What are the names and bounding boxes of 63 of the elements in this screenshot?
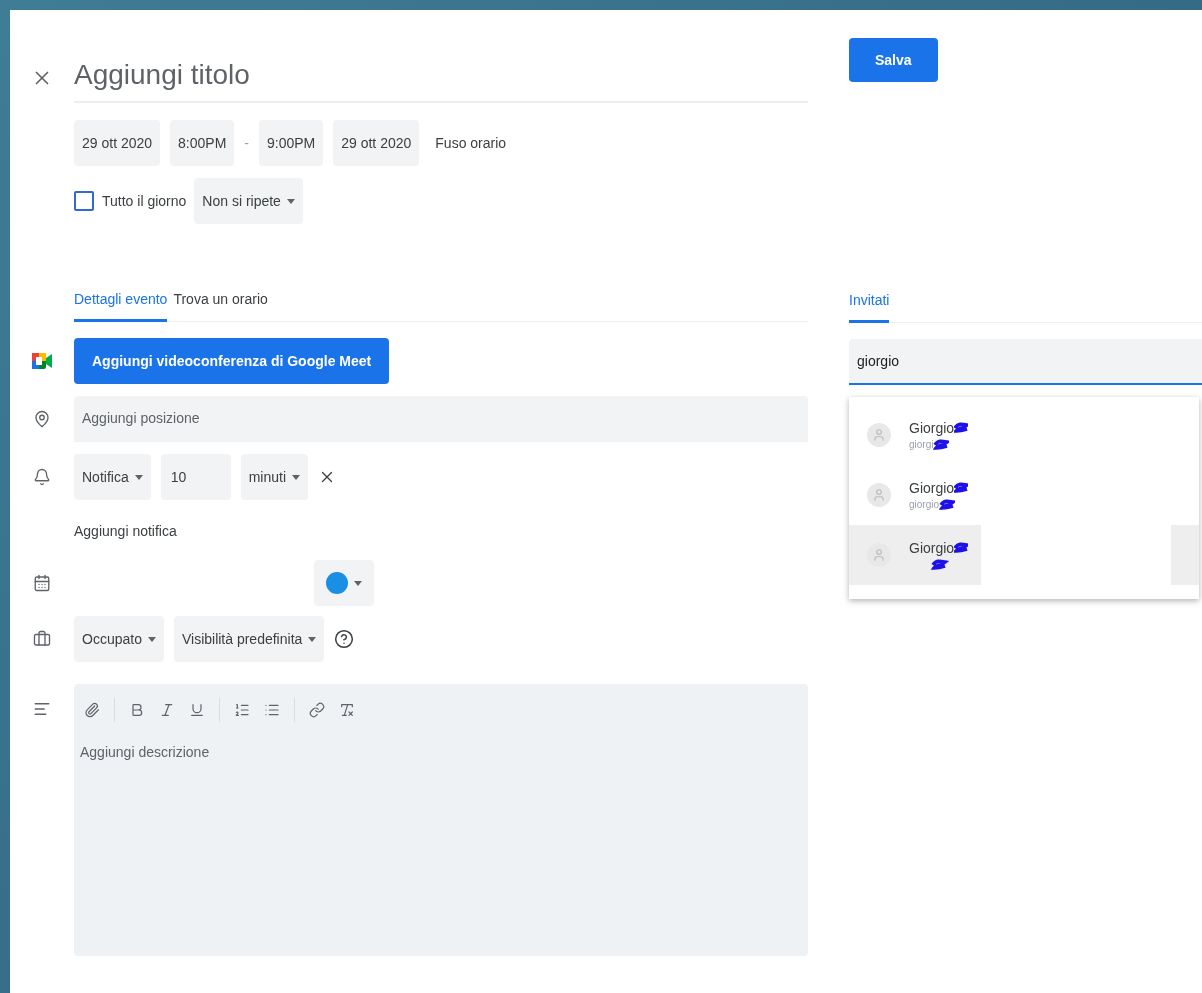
availability-dropdown[interactable]: Occupato [74,616,164,662]
bulleted-list-icon [264,702,280,718]
location-pin-icon [33,410,51,428]
italic-icon [159,702,175,718]
caret-icon [147,636,156,642]
guest-name: Giorgio [909,479,955,496]
video-camera-logo-icon [32,352,52,370]
all-day-checkbox[interactable] [74,191,94,211]
redaction-scribble [939,498,956,511]
caret-icon [308,636,317,642]
caret-icon [354,580,362,586]
guest-name: Giorgio [909,419,955,436]
redaction-scribble [954,481,969,494]
google-meet-button[interactable]: Aggiungi videoconferenza di Google Meet [74,338,390,384]
avatar-icon [867,543,891,567]
tab[interactable]: Dettagli evento [74,276,168,322]
location-field[interactable]: Aggiungi posizione [74,396,808,442]
time-separator: - [244,135,249,151]
caret-icon [286,198,295,204]
suggestion-item[interactable]: Giorgio giorgi [849,405,1199,465]
guest-email: giorgio [909,499,940,510]
redaction-scribble [933,438,950,451]
guest-email: giorgi [909,439,934,450]
end-time-button[interactable]: 9:00PM [259,120,324,166]
avatar-icon [867,483,891,507]
calendar-icon [33,574,51,592]
repeat-dropdown[interactable]: Non si ripete [194,178,303,224]
notification-unit-dropdown[interactable]: minuti [240,454,309,500]
all-day-label: Tutto il giorno [102,193,187,209]
bell-icon [33,468,51,486]
bold-icon [129,702,145,718]
suggestion-item[interactable]: Giorgio giorgio [849,465,1199,525]
calendar-color-dropdown[interactable] [314,560,374,606]
clear-formatting-icon [339,702,355,718]
description-icon [33,700,51,718]
numbered-list-icon [234,702,250,718]
add-notification-link[interactable]: Aggiungi notifica [74,519,183,543]
redaction-scribble [954,541,969,554]
notification-amount-field[interactable]: 10 [160,454,231,500]
timezone-link[interactable]: Fuso orario [429,131,513,155]
caret-icon [292,474,301,480]
notification-type-dropdown[interactable]: Notifica [74,454,151,500]
start-time-button[interactable]: 8:00PM [170,120,235,166]
caret-icon [134,474,143,480]
guest-search-field[interactable]: giorgio [849,339,1202,385]
guest-name: Giorgio [909,539,955,556]
end-date-button[interactable]: 29 ott 2020 [333,120,420,166]
avatar-icon [867,423,891,447]
tab[interactable]: Invitati [849,278,890,323]
link-icon [309,702,325,718]
title-field[interactable]: Aggiungi titolo [74,53,808,103]
save-button[interactable]: Salva [849,38,938,82]
start-date-button[interactable]: 29 ott 2020 [74,120,161,166]
help-icon [334,629,355,649]
description-editor[interactable]: Aggiungi descrizione [74,684,808,956]
briefcase-icon [33,630,51,648]
description-field[interactable]: Aggiungi descrizione [74,736,808,956]
underline-icon [189,702,205,718]
visibility-dropdown[interactable]: Visibilità predefinita [173,616,325,662]
redaction-scribble [954,421,969,434]
suggestion-item[interactable]: Giorgio [849,525,1199,585]
paperclip-icon [84,702,100,718]
tab[interactable]: Trova un orario [173,276,268,322]
